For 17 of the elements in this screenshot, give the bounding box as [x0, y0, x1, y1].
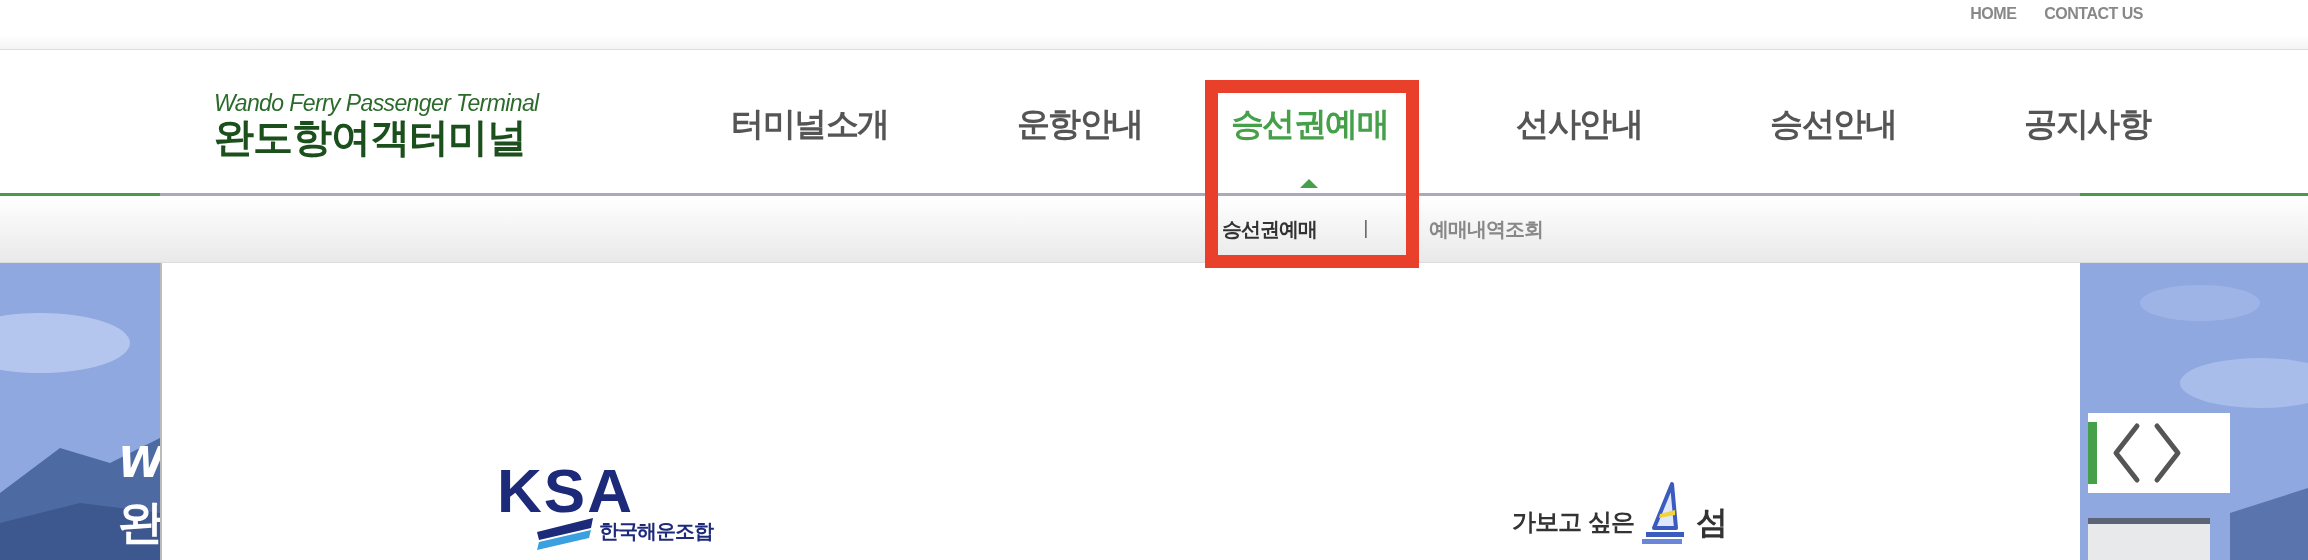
utility-link[interactable]: HOME [1970, 1, 2017, 26]
nav-link[interactable]: 운항안내 [1016, 104, 1143, 188]
nav-link[interactable]: 공지사항 [2024, 104, 2150, 188]
logo-subtitle: Wando Ferry Passenger Terminal [214, 92, 539, 115]
utility-link[interactable]: CONTACT US [2044, 1, 2143, 26]
separator: | [1363, 217, 1369, 241]
logo-caption: 가보고 싶은 [1512, 507, 1635, 538]
chevron-right-icon [2153, 422, 2183, 484]
submenu-link[interactable]: 승선권예매 [1222, 214, 1317, 244]
nav-link[interactable]: 선사안내 [1516, 104, 1642, 188]
nav-link[interactable]: 터미널소개 [731, 104, 889, 188]
hero-text: 완 [118, 494, 164, 551]
indicator-bar [2088, 422, 2097, 484]
logo-title[interactable]: 완도항여객터미널 [214, 115, 539, 159]
chevron-left-icon [2111, 422, 2141, 484]
logo-text: 섬 [1696, 502, 1729, 543]
nav-link[interactable]: 승선안내 [1770, 104, 1896, 188]
